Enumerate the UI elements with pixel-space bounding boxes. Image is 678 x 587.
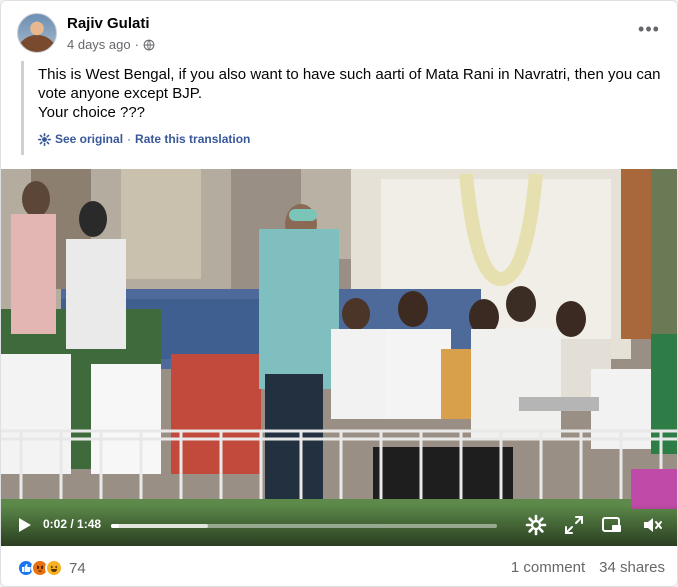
author-name[interactable]: Rajiv Gulati bbox=[67, 15, 150, 32]
link-separator: · bbox=[127, 132, 132, 146]
globe-icon bbox=[143, 39, 155, 50]
rate-translation-link[interactable]: Rate this translation bbox=[135, 132, 250, 146]
see-original-link[interactable]: See original bbox=[55, 132, 123, 146]
post-header: Rajiv Gulati 4 days ago · ••• bbox=[17, 13, 663, 57]
translated-text-block: This is West Bengal, if you also want to… bbox=[21, 61, 661, 155]
duration: 1:48 bbox=[77, 517, 102, 531]
post-text: This is West Bengal, if you also want to… bbox=[38, 66, 661, 121]
post-time[interactable]: 4 days ago bbox=[67, 37, 131, 52]
comments-count[interactable]: 1 comment bbox=[511, 559, 585, 576]
post-card: Rajiv Gulati 4 days ago · ••• This is We… bbox=[0, 0, 678, 587]
play-icon[interactable] bbox=[15, 516, 33, 534]
reactions-summary[interactable]: 74 bbox=[17, 559, 86, 577]
video-player[interactable]: 0:02 / 1:48 bbox=[1, 169, 677, 546]
gear-icon bbox=[38, 132, 51, 146]
video-frame bbox=[1, 169, 677, 546]
volume-muted-icon[interactable] bbox=[641, 514, 663, 536]
progress-bar[interactable] bbox=[111, 524, 497, 528]
picture-in-picture-icon[interactable] bbox=[601, 514, 623, 536]
more-options-button[interactable]: ••• bbox=[635, 19, 663, 39]
haha-icon bbox=[45, 559, 63, 577]
gear-icon[interactable] bbox=[525, 514, 547, 536]
expand-icon[interactable] bbox=[563, 514, 585, 536]
avatar[interactable] bbox=[17, 13, 57, 53]
video-controls: 0:02 / 1:48 bbox=[1, 504, 677, 546]
video-time: 0:02 / 1:48 bbox=[43, 517, 102, 531]
ellipsis-icon: ••• bbox=[638, 18, 660, 39]
current-time: 0:02 bbox=[43, 517, 68, 531]
post-footer: 74 1 comment 34 shares bbox=[17, 559, 665, 585]
translation-links: See original · Rate this translation bbox=[38, 132, 661, 146]
engagement-stats: 1 comment 34 shares bbox=[511, 559, 665, 576]
progress-buffered bbox=[111, 524, 208, 528]
reaction-count: 74 bbox=[69, 559, 86, 577]
post-meta: 4 days ago · bbox=[67, 37, 155, 52]
shares-count[interactable]: 34 shares bbox=[599, 559, 665, 576]
